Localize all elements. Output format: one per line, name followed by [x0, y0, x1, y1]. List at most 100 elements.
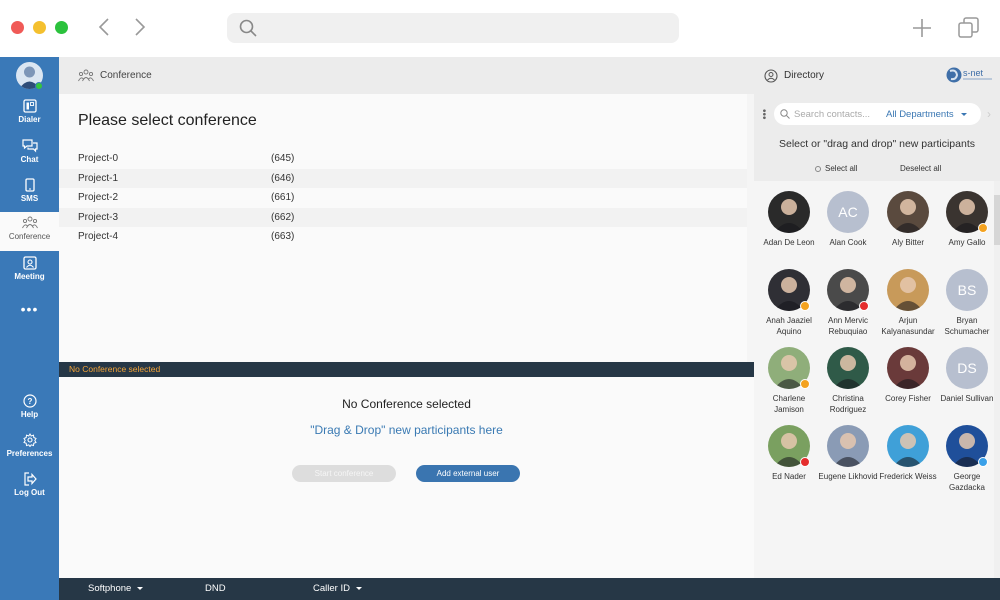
scrollbar-thumb[interactable] — [994, 195, 1000, 245]
status-away-icon — [978, 223, 988, 233]
contact-card[interactable]: Aly Bitter — [878, 191, 938, 248]
contact-search-bar: All Departments — [774, 103, 981, 125]
sidebar-item-label: Conference — [8, 232, 51, 241]
contact-card[interactable]: Eugene Likhovid — [818, 425, 878, 482]
select-all-radio[interactable]: Select all — [815, 164, 857, 173]
radio-icon — [815, 165, 821, 172]
status-away-icon — [800, 301, 810, 311]
conference-row[interactable]: Project-0 (645) — [59, 149, 747, 169]
conference-header: Conference — [59, 57, 754, 94]
deselect-all-button[interactable]: Deselect all — [900, 164, 941, 173]
close-window-button[interactable] — [11, 21, 24, 34]
help-icon: ? — [22, 394, 37, 408]
sidebar-item-logout[interactable]: Log Out — [0, 468, 59, 506]
conference-icon — [21, 216, 38, 229]
department-dropdown[interactable]: All Departments — [886, 109, 967, 120]
contact-card[interactable]: Corey Fisher — [878, 347, 938, 404]
contact-avatar: DS — [946, 347, 988, 389]
contact-card[interactable]: AC Alan Cook — [818, 191, 878, 248]
contact-card[interactable]: Arjun Kalyanasundar — [878, 269, 938, 337]
avatar-initials: DS — [957, 359, 977, 376]
chevron-right-icon — [135, 18, 146, 36]
contact-avatar — [887, 425, 929, 467]
conference-name: Project-3 — [78, 211, 119, 223]
sidebar-item-sms[interactable]: SMS — [0, 174, 59, 212]
sidebar-item-label: Dialer — [18, 115, 41, 124]
status-mobile-icon — [978, 457, 988, 467]
conference-number: (663) — [271, 231, 295, 243]
sidebar-item-chat[interactable]: Chat — [0, 135, 59, 173]
softphone-label: Softphone — [88, 583, 132, 594]
status-busy-icon — [800, 457, 810, 467]
no-conference-text: No Conference selected — [342, 397, 471, 411]
conference-name: Project-4 — [78, 231, 119, 243]
sidebar-item-dialer[interactable]: Dialer — [0, 95, 59, 133]
new-tab-button[interactable] — [909, 15, 935, 41]
sms-icon — [24, 178, 35, 192]
sidebar-item-label: Log Out — [14, 488, 45, 497]
address-bar[interactable] — [227, 13, 679, 43]
contact-name: George Gazdacka — [948, 472, 986, 492]
add-external-user-button[interactable]: Add external user — [416, 465, 520, 482]
conference-row[interactable]: Project-1 (646) — [59, 168, 747, 188]
conference-row[interactable]: Project-4 (663) — [59, 227, 747, 247]
sidebar-item-conference[interactable]: Conference — [0, 212, 59, 251]
plus-icon — [913, 19, 931, 37]
contact-name: Corey Fisher — [885, 394, 931, 403]
contact-card[interactable]: Anah Jaaziel Aquino — [759, 269, 819, 337]
contact-card[interactable]: Adan De Leon — [759, 191, 819, 248]
contact-search-input[interactable] — [794, 108, 886, 120]
contact-name: Ann Mervic Rebuquiao — [827, 316, 868, 336]
sidebar-item-meeting[interactable]: Meeting — [0, 252, 59, 290]
more-menu-button[interactable]: ••• — [0, 302, 59, 316]
contact-avatar — [827, 347, 869, 389]
chat-icon — [21, 139, 38, 153]
contact-avatar — [768, 191, 810, 233]
drag-drop-zone[interactable]: "Drag & Drop" new participants here — [59, 423, 754, 437]
minimize-window-button[interactable] — [33, 21, 46, 34]
conference-row[interactable]: Project-3 (662) — [59, 207, 747, 227]
sidebar-item-help[interactable]: ? Help — [0, 390, 59, 428]
start-conference-button[interactable]: Start conference — [292, 465, 396, 482]
contact-avatar — [827, 269, 869, 311]
contact-card[interactable]: Christina Rodriguez — [818, 347, 878, 415]
caret-down-icon — [355, 586, 362, 590]
conference-panel: Conference Please select conference Proj… — [59, 57, 754, 578]
conference-header-title: Conference — [100, 70, 152, 81]
sidebar-item-preferences[interactable]: Preferences — [0, 429, 59, 467]
contact-list-scrollbar[interactable] — [994, 181, 1000, 578]
contact-card[interactable]: DS Daniel Sullivan — [937, 347, 997, 404]
caller-id-label: Caller ID — [313, 583, 350, 594]
contact-name: Bryan Schumacher — [944, 316, 990, 336]
sidebar-item-label: SMS — [20, 194, 39, 203]
tabs-overview-button[interactable] — [956, 15, 982, 41]
contact-name: Aly Bitter — [891, 238, 924, 247]
caller-id-dropdown[interactable]: Caller ID — [313, 583, 362, 594]
kebab-menu-icon[interactable]: ••• — [758, 109, 769, 120]
contact-name: Eugene Likhovid — [818, 472, 878, 481]
contact-avatar: BS — [946, 269, 988, 311]
dnd-toggle[interactable]: DND — [205, 583, 226, 594]
contact-card[interactable]: Ann Mervic Rebuquiao — [818, 269, 878, 337]
contact-card[interactable]: George Gazdacka — [937, 425, 997, 493]
contact-card[interactable]: Ed Nader — [759, 425, 819, 482]
status-dnd-icon — [859, 301, 869, 311]
snet-logo: s-net — [946, 65, 994, 85]
contact-avatar — [887, 347, 929, 389]
contact-card[interactable]: Frederick Weiss — [878, 425, 938, 482]
forward-button[interactable] — [128, 14, 152, 42]
softphone-dropdown[interactable]: Softphone — [88, 583, 144, 594]
conference-number: (645) — [271, 153, 295, 165]
contact-card[interactable]: Amy Gallo — [937, 191, 997, 248]
svg-text:s-net: s-net — [963, 68, 984, 78]
contact-card[interactable]: BS Bryan Schumacher — [937, 269, 997, 337]
back-button[interactable] — [92, 14, 116, 42]
conference-row[interactable]: Project-2 (661) — [59, 188, 747, 208]
conference-list-scrollbar[interactable] — [747, 94, 754, 362]
sidebar-item-label: Meeting — [14, 272, 45, 281]
chevron-right-icon[interactable]: › — [987, 107, 991, 121]
contact-card[interactable]: Charlene Jamison — [759, 347, 819, 415]
page-title: Please select conference — [78, 112, 257, 129]
maximize-window-button[interactable] — [55, 21, 68, 34]
conference-number: (661) — [271, 192, 295, 204]
